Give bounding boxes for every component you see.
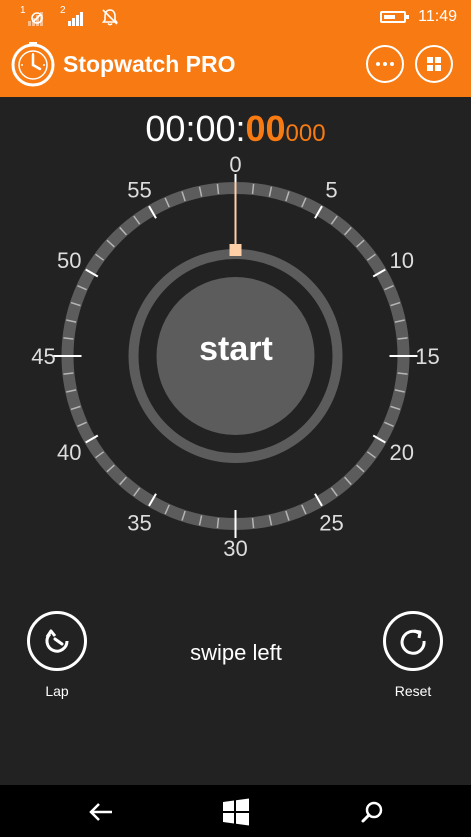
search-icon[interactable] [357, 797, 387, 827]
lap-button[interactable] [27, 611, 87, 671]
dial-label: 0 [229, 152, 241, 177]
dial-label: 35 [127, 510, 151, 535]
reset-button[interactable] [383, 611, 443, 671]
dial-minor-tick [397, 372, 408, 375]
reset-label: Reset [394, 683, 432, 699]
dial-minor-tick [63, 372, 74, 375]
dial-label: 55 [127, 178, 151, 203]
dial-label: 50 [57, 248, 81, 273]
dial-label: 10 [390, 248, 414, 273]
windows-start-icon[interactable] [221, 797, 251, 827]
dial-label: 15 [415, 344, 439, 369]
stopwatch-dial: 0 5 10 15 20 25 30 35 40 45 50 55 [31, 152, 439, 561]
swipe-hint: swipe left [190, 640, 282, 665]
dial-label: 45 [31, 344, 55, 369]
dial-label: 25 [319, 510, 343, 535]
back-arrow-icon[interactable] [86, 797, 116, 827]
start-button[interactable]: start [158, 330, 314, 369]
dial-hand-knob [229, 244, 242, 256]
lap-label: Lap [45, 683, 69, 699]
dial-label: 20 [390, 440, 414, 465]
dial-minor-tick [397, 337, 408, 340]
lap-icon [45, 629, 69, 653]
dial-minor-tick [251, 183, 255, 194]
dial-minor-tick [216, 518, 220, 529]
dial-label: 5 [325, 178, 337, 203]
dial-minor-tick [63, 337, 74, 340]
dial-label: 40 [57, 440, 81, 465]
dial-minor-tick [251, 518, 255, 529]
reset-icon [400, 629, 426, 655]
system-nav-bar [0, 785, 471, 837]
dial-minor-tick [216, 183, 220, 194]
dial-label: 30 [223, 536, 247, 561]
